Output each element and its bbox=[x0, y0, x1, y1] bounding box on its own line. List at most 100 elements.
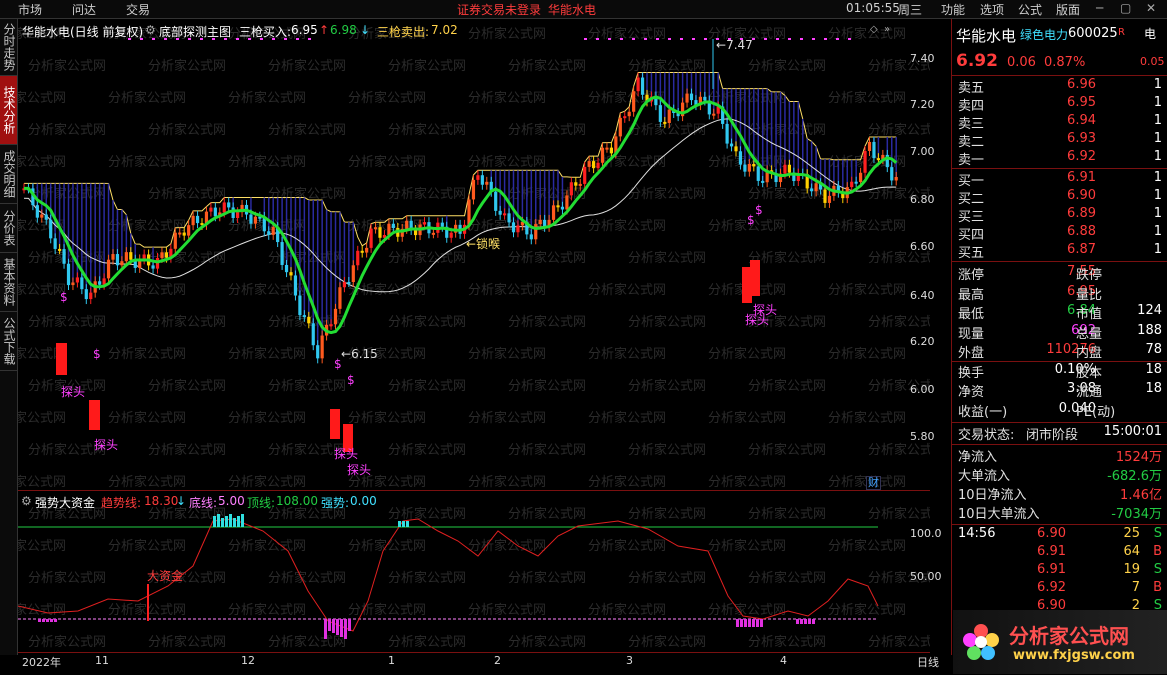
stat-label: 流通 bbox=[1076, 385, 1103, 400]
stat-value: 18 bbox=[1145, 361, 1162, 377]
sell-level-row[interactable]: 卖五 6.96 1 bbox=[956, 77, 1164, 96]
tab-intraday[interactable]: 分时走势 bbox=[0, 19, 17, 76]
sell-level-row[interactable]: 卖三 6.94 1 bbox=[956, 113, 1164, 132]
menu-options[interactable]: 选项 bbox=[980, 1, 1004, 18]
period-selector[interactable]: 日线 bbox=[917, 654, 939, 670]
stat-row[interactable]: 净资 3.08 流通 18 bbox=[956, 381, 1164, 400]
quote-sector[interactable]: 绿色电力 bbox=[1020, 26, 1068, 43]
stat-row[interactable]: 换手 0.10% 股本 18 bbox=[956, 361, 1164, 381]
sub-chart[interactable]: ⚙ 强势大资金 趋势线: 18.30 ↓ 底线: 5.00 顶线: 108.00… bbox=[17, 490, 930, 653]
tick-row[interactable]: 6.92 7 B bbox=[956, 580, 1164, 598]
menu-formula[interactable]: 公式 bbox=[1018, 1, 1042, 18]
strength-bar bbox=[213, 516, 216, 527]
maximize-icon[interactable]: ▢ bbox=[1120, 1, 1131, 15]
diamond-icon[interactable]: ◇ bbox=[870, 24, 878, 35]
candle-body bbox=[440, 222, 444, 227]
sub-gear-icon[interactable]: ⚙ bbox=[21, 494, 32, 508]
stat-row[interactable]: 收益(一) 0.040 PE(动) bbox=[956, 401, 1164, 420]
candle-body bbox=[783, 164, 787, 174]
x-tick: 2022年 bbox=[22, 656, 61, 669]
candle-body bbox=[894, 176, 898, 181]
stat-row[interactable]: 最高 6.95 量比 bbox=[956, 284, 1164, 303]
minimize-icon[interactable]: ─ bbox=[1096, 1, 1103, 15]
status-time: 15:00:01 bbox=[1103, 424, 1162, 439]
quote-change: 0.06 bbox=[1007, 55, 1036, 70]
stat-row[interactable]: 外盘 110276 内盘 78 bbox=[956, 342, 1164, 361]
lock-throat-label: ←锁喉 bbox=[466, 237, 501, 251]
quote-corner-bottom: 0.05 bbox=[1140, 55, 1165, 68]
menu-function[interactable]: 功能 bbox=[941, 1, 965, 18]
candle-body bbox=[876, 158, 880, 161]
level-label: 卖一 bbox=[958, 153, 985, 168]
candle-body bbox=[605, 147, 609, 150]
candle-body bbox=[360, 250, 364, 253]
tab-technical[interactable]: 技术分析 bbox=[0, 76, 17, 145]
x-tick: 1 bbox=[388, 654, 395, 667]
candle-body bbox=[632, 91, 636, 112]
sell-level-row[interactable]: 卖四 6.95 1 bbox=[956, 95, 1164, 114]
candle-body bbox=[569, 182, 573, 196]
level-volume: 1 bbox=[1153, 95, 1162, 110]
buy-level-row[interactable]: 买四 6.88 1 bbox=[956, 224, 1164, 243]
tab-basic-info[interactable]: 基本资料 bbox=[0, 253, 17, 312]
tick-row[interactable]: 6.91 64 B bbox=[956, 544, 1164, 562]
signal-dot bbox=[836, 38, 839, 40]
sell-level-row[interactable]: 卖一 6.92 1 bbox=[956, 149, 1164, 168]
signal-dot bbox=[692, 38, 695, 40]
stat-row[interactable]: 最低 6.84 市值 124 bbox=[956, 303, 1164, 322]
tab-formula-download[interactable]: 公式下载 bbox=[0, 312, 17, 371]
collapse-arrow-icon[interactable]: » bbox=[884, 24, 890, 35]
candle-body bbox=[129, 252, 133, 260]
level-price: 6.90 bbox=[1067, 188, 1096, 203]
buy-level-row[interactable]: 买五 6.87 1 bbox=[956, 242, 1164, 261]
menu-wenda[interactable]: 问达 bbox=[72, 1, 96, 18]
quote-code-suffix: R bbox=[1118, 27, 1125, 38]
indicator-gear-icon[interactable]: ⚙ bbox=[145, 23, 156, 37]
trend-value: 18.30 bbox=[144, 494, 179, 508]
candlestick-chart[interactable] bbox=[18, 19, 930, 489]
indicator-name[interactable]: 底部探测主图 bbox=[159, 23, 231, 40]
trend-label: 趋势线: bbox=[101, 496, 142, 510]
sell-level-row[interactable]: 卖二 6.93 1 bbox=[956, 131, 1164, 150]
login-warning[interactable]: 证券交易未登录 bbox=[457, 1, 541, 18]
menu-market[interactable]: 市场 bbox=[18, 1, 42, 18]
menu-trade[interactable]: 交易 bbox=[126, 1, 150, 18]
weak-bar bbox=[324, 619, 327, 639]
tick-price: 6.92 bbox=[1037, 580, 1066, 595]
signal-dot bbox=[812, 38, 815, 40]
signal-dot bbox=[800, 38, 803, 40]
stat-row[interactable]: 涨停 7.55 跌停 bbox=[956, 264, 1164, 283]
signal-dot bbox=[152, 38, 155, 40]
weak-bar bbox=[50, 619, 53, 622]
flow-row[interactable]: 10日净流入 1.46亿 bbox=[956, 484, 1164, 503]
buy-level-row[interactable]: 买三 6.89 1 bbox=[956, 206, 1164, 225]
flow-row[interactable]: 净流入 1524万 bbox=[956, 446, 1164, 465]
flow-row[interactable]: 大单流入 -682.6万 bbox=[956, 465, 1164, 484]
flow-row[interactable]: 10日大单流入 -7034万 bbox=[956, 503, 1164, 522]
stat-row[interactable]: 现量 692 总量 188 bbox=[956, 323, 1164, 342]
buy-value: 6.95 bbox=[291, 23, 318, 37]
finance-badge[interactable]: 财 bbox=[866, 476, 881, 490]
stat-label: 现量 bbox=[958, 326, 985, 342]
trade-status-row[interactable]: 交易状态: 闭市阶段 15:00:01 bbox=[956, 424, 1164, 443]
weak-bar bbox=[748, 619, 751, 627]
tick-row[interactable]: 14:56 6.90 25 S bbox=[956, 526, 1164, 544]
candle-body bbox=[854, 181, 858, 184]
close-icon[interactable]: ✕ bbox=[1146, 1, 1156, 15]
strength-bar bbox=[229, 514, 232, 527]
candle-body bbox=[40, 214, 44, 218]
sub-indicator-name[interactable]: 强势大资金 bbox=[35, 494, 95, 511]
candle-body bbox=[373, 227, 378, 230]
candle-body bbox=[636, 77, 640, 92]
tick-row[interactable]: 6.91 19 S bbox=[956, 562, 1164, 580]
x-tick: 4 bbox=[780, 654, 787, 667]
candle-body bbox=[729, 143, 734, 147]
menu-layout[interactable]: 版面 bbox=[1056, 1, 1080, 18]
buy-level-row[interactable]: 买一 6.91 1 bbox=[956, 170, 1164, 189]
tab-trade-detail[interactable]: 成交明细 bbox=[0, 145, 17, 204]
tab-price-table[interactable]: 分价表 bbox=[0, 204, 17, 253]
buy-level-row[interactable]: 买二 6.90 1 bbox=[956, 188, 1164, 207]
candle-body bbox=[338, 287, 342, 309]
sell-label: 三枪卖出: bbox=[377, 25, 430, 39]
main-chart[interactable]: 华能水电(日线 前复权) ⚙ 底部探测主图 三枪买入: 6.95 ↑ 6.98 … bbox=[18, 19, 930, 490]
